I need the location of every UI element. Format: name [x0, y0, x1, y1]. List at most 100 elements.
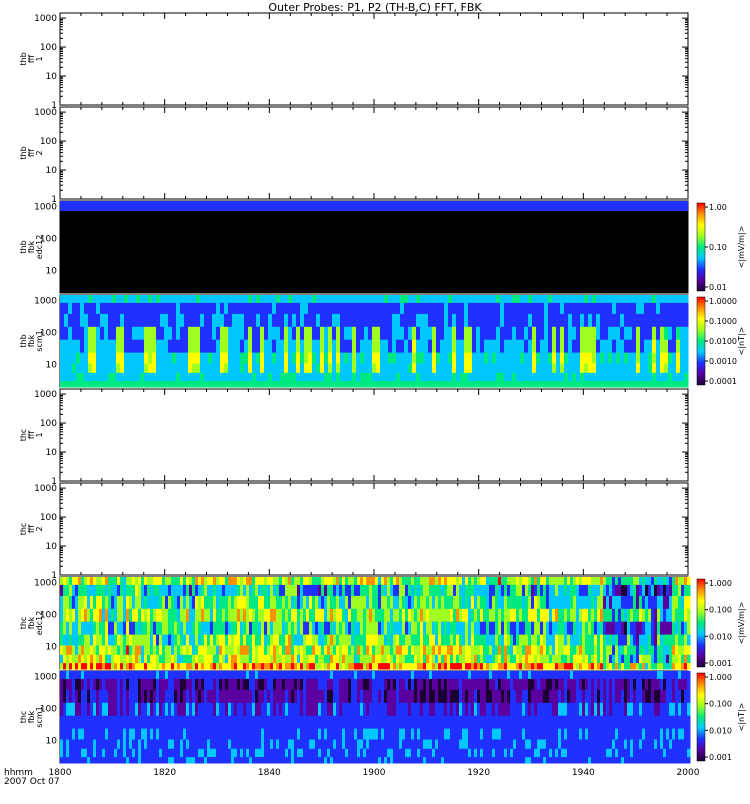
spectrogram-cell — [63, 715, 67, 728]
spectrogram-cell — [414, 608, 418, 621]
spectrogram-cell — [282, 634, 286, 646]
spectrogram-cell — [344, 363, 349, 373]
spectrogram-cell — [87, 728, 91, 740]
spectrogram-cell — [112, 339, 117, 352]
spectrogram-cell — [236, 313, 241, 326]
spectrogram-cell — [435, 621, 439, 634]
spectrogram-cell — [240, 678, 244, 690]
spectrogram-cell — [516, 595, 520, 608]
spectrogram-cell — [402, 577, 406, 585]
spectrogram-cell — [204, 702, 208, 715]
spectrogram-cell — [348, 381, 353, 388]
spectrogram-cell — [171, 595, 175, 608]
spectrogram-cell — [132, 689, 136, 702]
spectrogram-cell — [570, 584, 574, 596]
spectrogram-cell — [279, 645, 283, 655]
spectrogram-cell — [468, 621, 472, 634]
spectrogram-cell — [92, 363, 97, 373]
spectrogram-cell — [186, 595, 190, 608]
spectrogram-cell — [168, 689, 172, 702]
spectrogram-cell — [573, 645, 577, 655]
spectrogram-cell — [192, 739, 196, 749]
spectrogram-cell — [348, 645, 352, 655]
spectrogram-cell — [616, 302, 621, 314]
spectrogram-cell — [276, 295, 281, 303]
spectrogram-cell — [573, 663, 577, 670]
spectrogram-cell — [435, 577, 439, 585]
spectrogram-cell — [123, 577, 127, 585]
spectrogram-cell — [543, 608, 547, 621]
spectrogram-cell — [375, 608, 379, 621]
spectrogram-cell — [525, 595, 529, 608]
spectrogram-cell — [292, 381, 297, 388]
spectrogram-cell — [249, 671, 253, 679]
spectrogram-cell — [332, 352, 337, 364]
spectrogram-cell — [388, 302, 393, 314]
spectrogram-cell — [138, 715, 142, 728]
spectrogram-cell — [288, 702, 292, 715]
spectrogram-cell — [603, 577, 607, 585]
spectrogram-cell — [72, 381, 77, 388]
spectrogram-cell — [564, 621, 568, 634]
spectrogram-cell — [620, 295, 625, 303]
spectrogram-cell — [188, 313, 193, 326]
spectrogram-cell — [147, 608, 151, 621]
spectrogram-cell — [156, 352, 161, 364]
spectrogram-cell — [144, 381, 149, 388]
spectrogram-cell — [616, 381, 621, 388]
spectrogram-cell — [288, 645, 292, 655]
spectrogram-cell — [246, 577, 250, 585]
spectrogram-cell — [256, 352, 261, 364]
spectrogram-cell — [352, 302, 357, 314]
spectrogram-cell — [102, 608, 106, 621]
spectrogram-cell — [264, 757, 268, 764]
spectrogram-cell — [444, 621, 448, 634]
spectrogram-cell — [615, 663, 619, 670]
spectrogram-cell — [585, 634, 589, 646]
spectrogram-cell — [516, 372, 521, 381]
spectrogram-cell — [100, 352, 105, 364]
spectrogram-cell — [198, 748, 202, 757]
spectrogram-cell — [69, 728, 73, 740]
spectrogram-cell — [138, 739, 142, 749]
spectrogram-cell — [280, 352, 285, 364]
spectrogram-cell — [496, 313, 501, 326]
spectrogram-cell — [412, 339, 417, 352]
spectrogram-cell — [87, 654, 91, 663]
spectrogram-cell — [114, 757, 118, 764]
spectrogram-cell — [364, 339, 369, 352]
spectrogram-cell — [303, 663, 307, 670]
spectrogram-cell — [111, 663, 115, 670]
y-tick-label: 1000 — [34, 203, 57, 213]
spectrogram-cell — [477, 634, 481, 646]
spectrogram-cell — [126, 678, 130, 690]
spectrogram-cell — [444, 363, 449, 373]
spectrogram-cell — [476, 313, 481, 326]
spectrogram-cell — [260, 372, 265, 381]
spectrogram-cell — [228, 381, 233, 388]
spectrogram-cell — [264, 748, 268, 757]
spectrogram-cell — [114, 663, 118, 670]
spectrogram-cell — [405, 608, 409, 621]
spectrogram-cell — [255, 702, 259, 715]
spectrogram-cell — [524, 339, 529, 352]
spectrogram-cell — [120, 302, 125, 314]
spectrogram-cell — [600, 372, 605, 381]
spectrogram-cell — [630, 595, 634, 608]
spectrogram-cell — [141, 584, 145, 596]
spectrogram-cell — [536, 381, 541, 388]
spectrogram-cell — [273, 663, 277, 670]
spectrogram-cell — [528, 363, 533, 373]
spectrogram-cell — [123, 645, 127, 655]
spectrogram-cell — [657, 621, 661, 634]
spectrogram-cell — [204, 313, 209, 326]
spectrogram-cell — [60, 645, 64, 655]
spectrogram-cell — [195, 678, 199, 690]
spectrogram-cell — [552, 313, 557, 326]
spectrogram-cell — [96, 608, 100, 621]
spectrogram-cell — [390, 595, 394, 608]
y-tick-label: 10 — [46, 542, 58, 552]
spectrogram-cell — [96, 595, 100, 608]
spectrogram-cell — [276, 654, 280, 663]
spectrogram-cell — [96, 381, 101, 388]
